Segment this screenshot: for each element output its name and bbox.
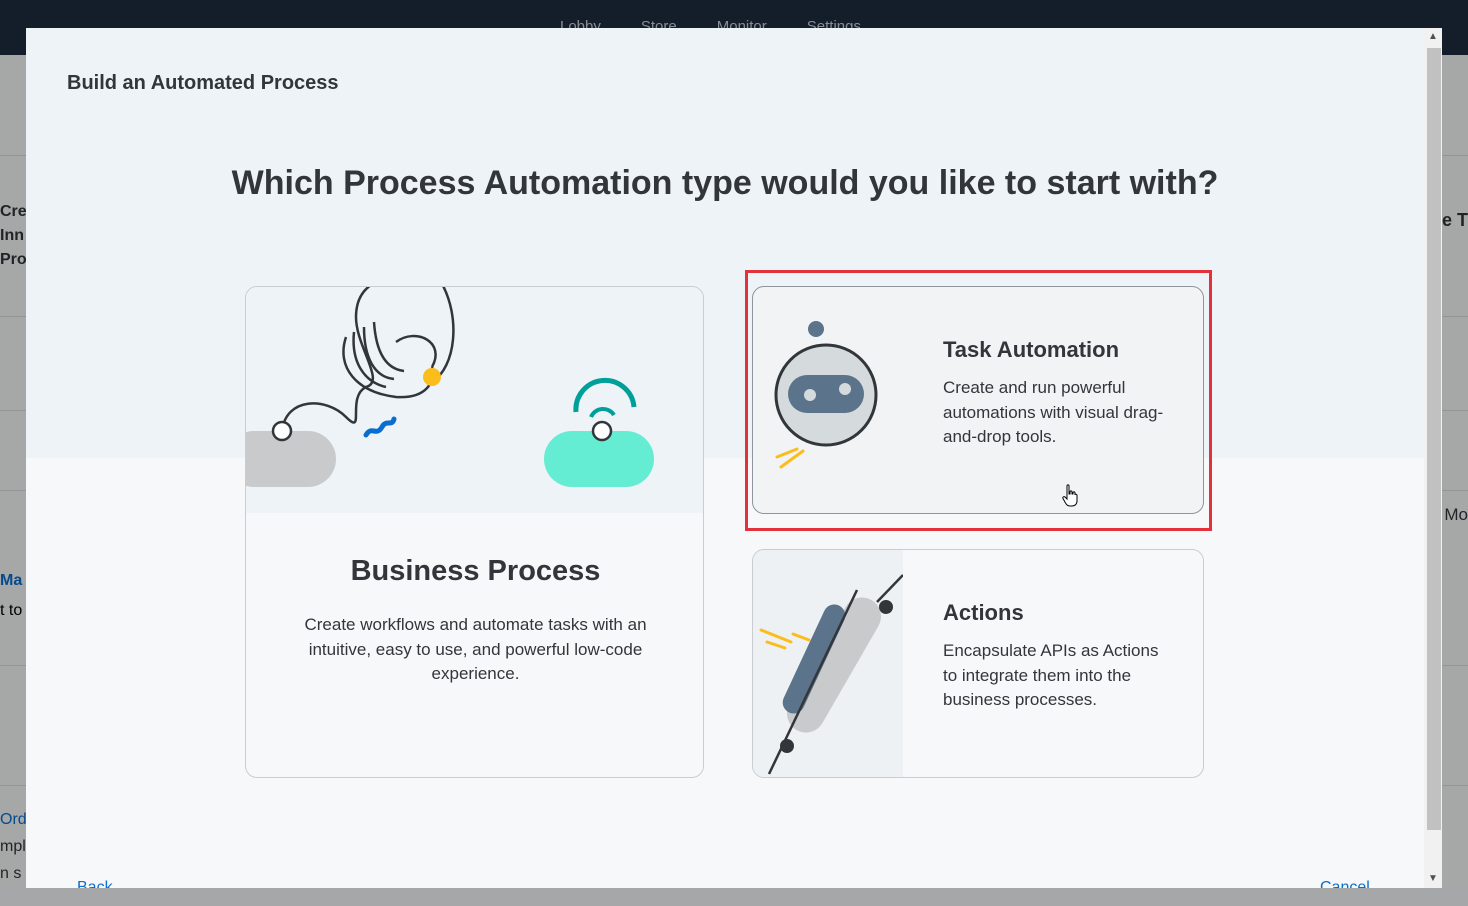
dialog-title: Build an Automated Process	[67, 72, 339, 94]
actions-description: Encapsulate APIs as Actions to integrate…	[943, 641, 1159, 709]
back-button[interactable]: Back	[77, 879, 113, 888]
scroll-down-arrow-icon[interactable]: ▼	[1424, 870, 1442, 888]
hand-wire-illustration	[246, 287, 654, 487]
business-process-title: Business Process	[350, 555, 601, 587]
business-process-card[interactable]: Business Process Create workflows and au…	[245, 286, 704, 778]
build-automated-process-dialog: Build an Automated Process Which Process…	[26, 28, 1442, 888]
vertical-scrollbar[interactable]: ▲ ▼	[1424, 28, 1442, 888]
actions-title: Actions	[943, 600, 1024, 625]
cable-connector-icon	[759, 574, 903, 775]
hand-cursor-icon	[1062, 484, 1078, 507]
scroll-up-arrow-icon[interactable]: ▲	[1424, 28, 1442, 46]
business-process-description: Create workflows and automate tasks with…	[304, 615, 647, 683]
cancel-button[interactable]: Cancel	[1320, 879, 1370, 888]
scroll-thumb[interactable]	[1427, 48, 1441, 830]
selection-highlight	[745, 270, 1212, 531]
business-process-illustration	[246, 287, 703, 513]
question-heading: Which Process Automation type would you …	[231, 164, 1219, 202]
actions-card[interactable]: Actions Encapsulate APIs as Actions to i…	[752, 549, 1204, 778]
